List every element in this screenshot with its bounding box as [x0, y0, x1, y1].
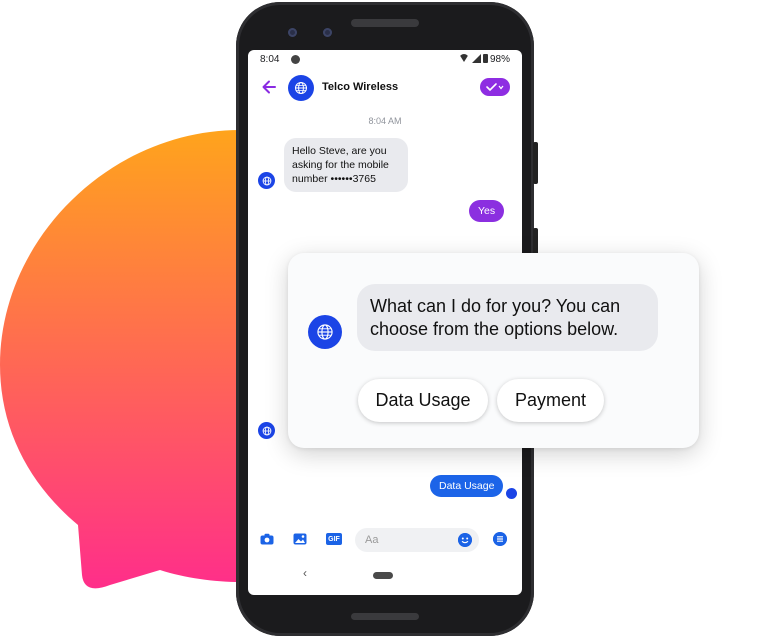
- status-bar: 8:04 98%: [248, 50, 522, 70]
- globe-icon: [262, 176, 271, 185]
- message-input-placeholder: Aa: [365, 534, 379, 546]
- power-button: [533, 142, 538, 184]
- bot-question-bubble: What can I do for you? You can choose fr…: [357, 284, 658, 351]
- wifi-icon: [458, 54, 469, 62]
- bot-message-bubble: Hello Steve, are you asking for the mobi…: [284, 138, 408, 192]
- front-camera: [288, 28, 297, 37]
- user-message-bubble: Data Usage: [430, 475, 504, 497]
- bot-avatar: [308, 315, 342, 349]
- quick-reply-card: What can I do for you? You can choose fr…: [288, 253, 699, 448]
- quick-reply-payment[interactable]: Payment: [497, 379, 604, 422]
- globe-icon: [295, 82, 307, 94]
- earpiece-speaker: [351, 19, 419, 27]
- message-timestamp: 8:04 AM: [368, 116, 402, 126]
- gif-icon[interactable]: GIF: [326, 533, 342, 545]
- globe-icon: [317, 324, 333, 340]
- arrow-left-icon[interactable]: [260, 78, 278, 96]
- message-composer: GIF Aa: [248, 525, 522, 555]
- nav-home-pill[interactable]: [373, 572, 393, 579]
- bottom-speaker: [351, 613, 419, 620]
- status-right: 98%: [458, 54, 510, 65]
- image-icon[interactable]: [293, 533, 307, 545]
- emoji-icon[interactable]: [458, 533, 472, 547]
- quick-reply-data-usage[interactable]: Data Usage: [358, 379, 488, 422]
- android-nav-bar: ‹: [248, 558, 522, 594]
- bot-avatar: [258, 422, 275, 439]
- user-message-bubble: Yes: [469, 200, 505, 222]
- contact-avatar[interactable]: [288, 75, 314, 101]
- chat-header: Telco Wireless: [248, 72, 522, 106]
- camera-icon[interactable]: [260, 533, 274, 545]
- signal-icon: [471, 54, 481, 63]
- messenger-icon: [291, 55, 300, 64]
- battery-percent: 98%: [489, 54, 510, 65]
- bot-avatar: [258, 172, 275, 189]
- check-dropdown-button[interactable]: [480, 78, 510, 96]
- front-sensor: [323, 28, 332, 37]
- message-input[interactable]: Aa: [355, 528, 479, 552]
- contact-name[interactable]: Telco Wireless: [322, 81, 398, 93]
- status-time: 8:04: [260, 54, 280, 65]
- nav-back-icon[interactable]: ‹: [303, 566, 307, 580]
- globe-icon: [262, 426, 271, 435]
- check-dropdown-icon: [486, 83, 504, 92]
- menu-icon[interactable]: [493, 532, 507, 546]
- battery-icon: [482, 54, 488, 63]
- read-receipt-avatar: [506, 488, 517, 499]
